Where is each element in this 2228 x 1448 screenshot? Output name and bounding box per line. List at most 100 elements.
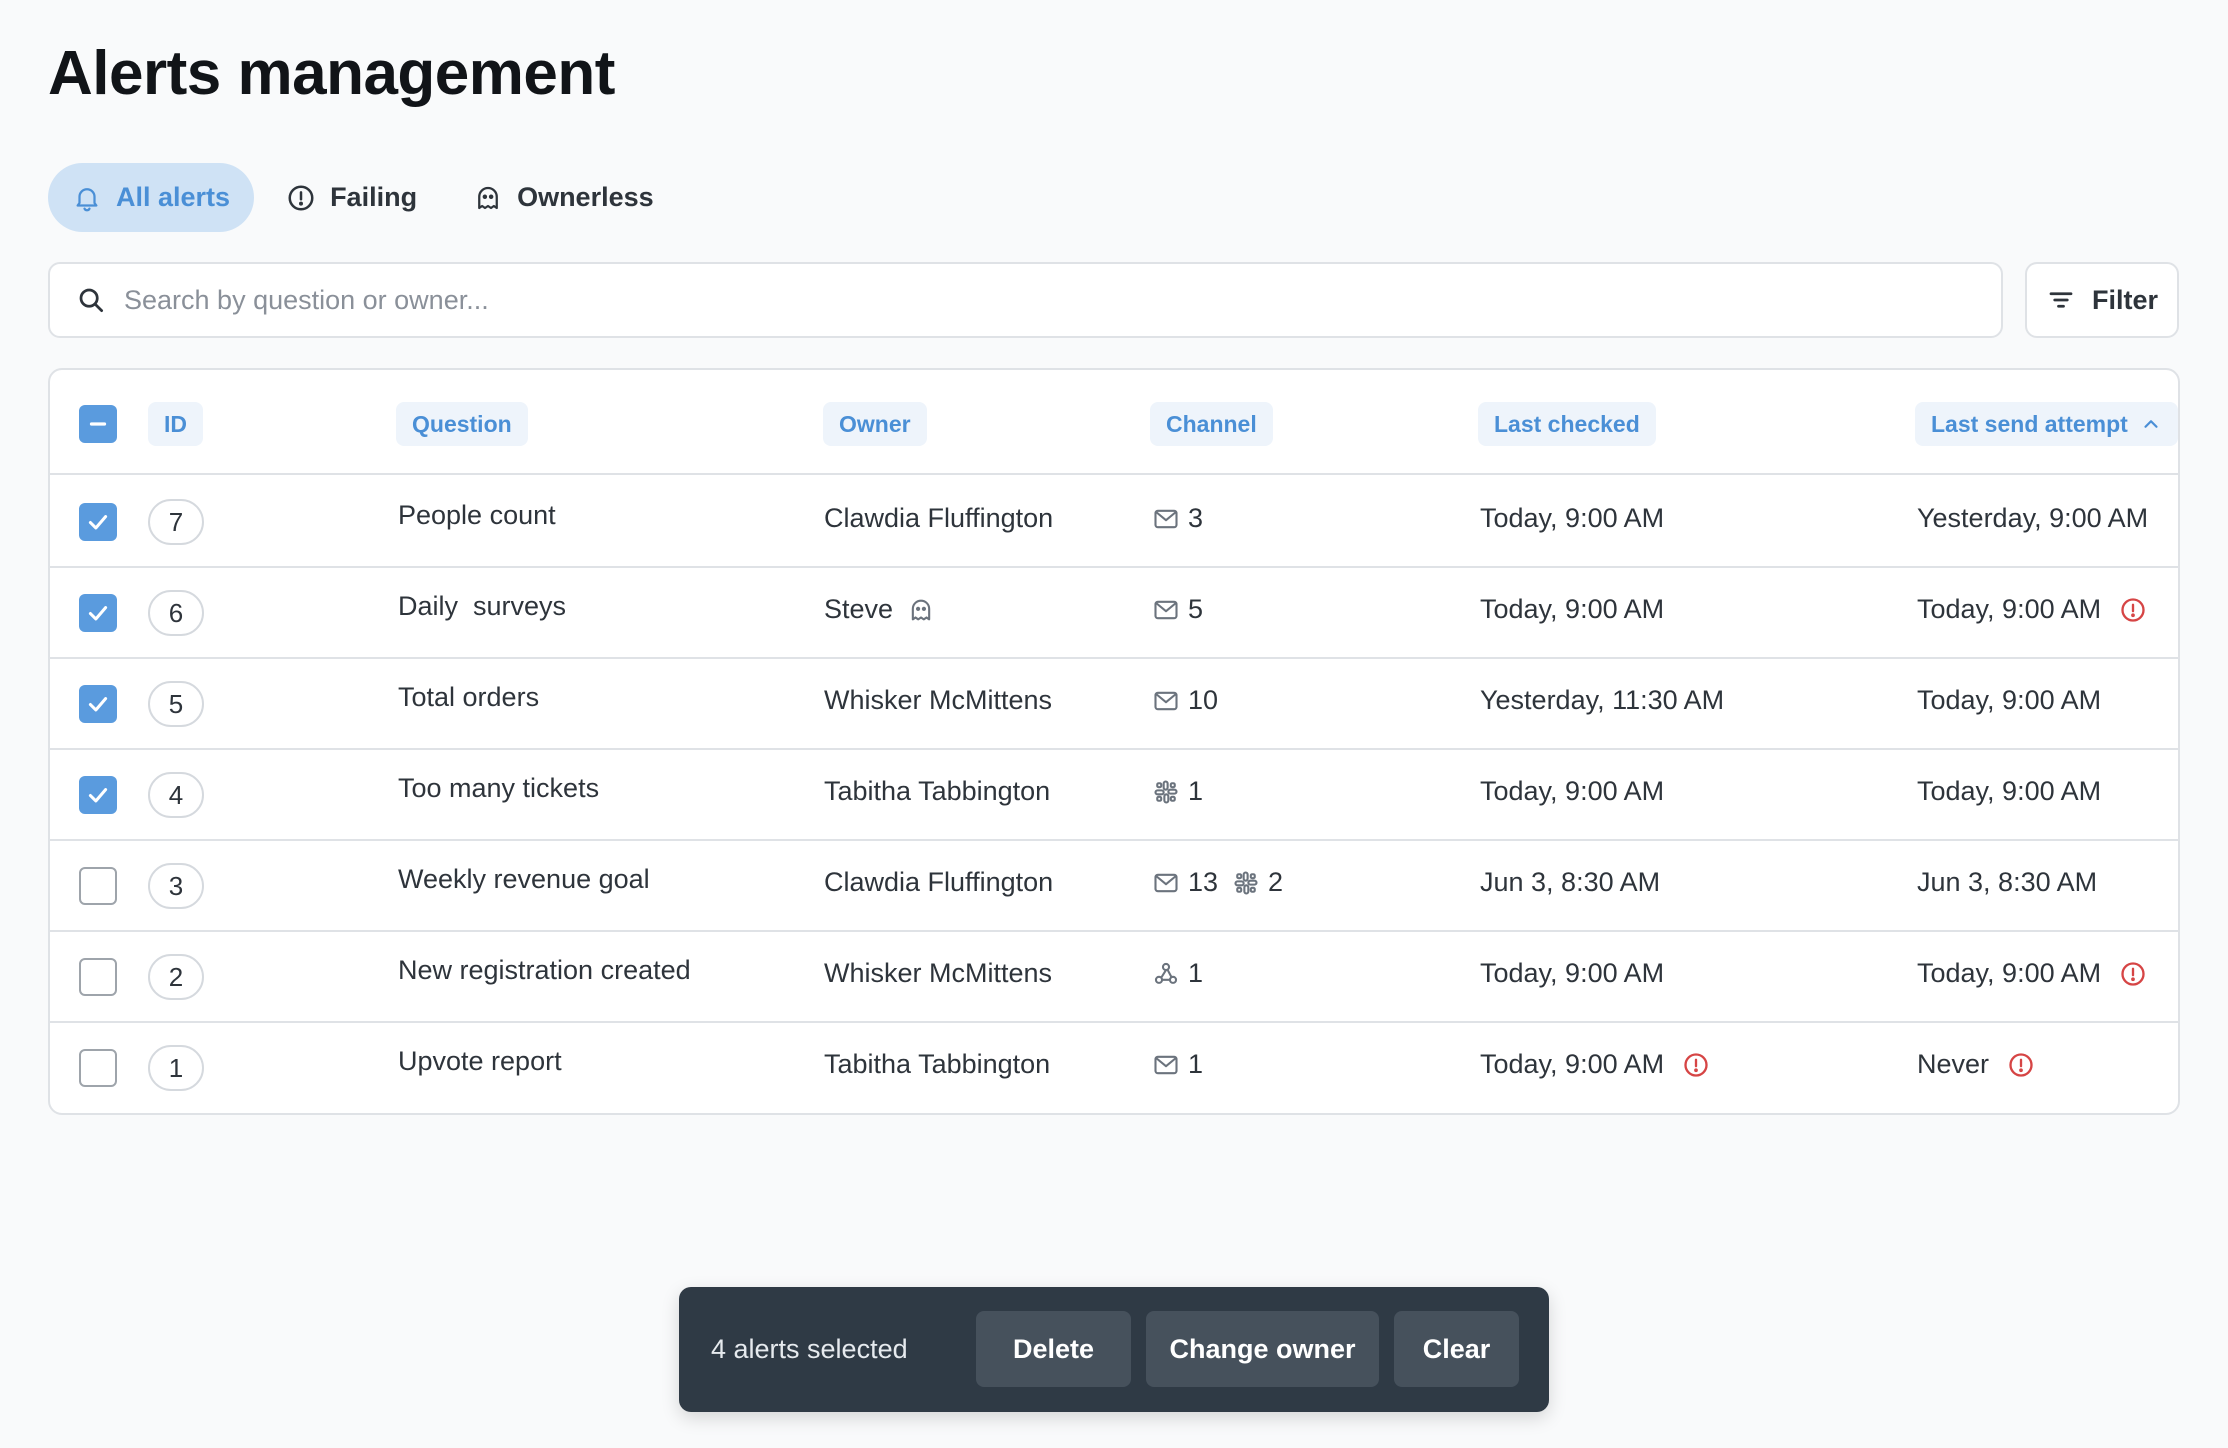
channel-entry: 13: [1152, 867, 1218, 898]
question-link[interactable]: Daily surveys: [398, 591, 566, 622]
channel-count: 3: [1188, 503, 1204, 533]
column-label: Question: [412, 410, 512, 437]
last-checked-cell: Today, 9:00 AM: [1480, 503, 1664, 534]
owner-cell: Clawdia Fluffington: [824, 867, 1053, 898]
last-checked-cell: Today, 9:00 AM: [1480, 776, 1664, 807]
column-header-question[interactable]: Question: [396, 402, 528, 446]
change-owner-button[interactable]: Change owner: [1146, 1311, 1379, 1387]
alerts-table: ID Question Owner Channel Last checked L…: [48, 368, 2180, 1115]
question-link[interactable]: New registration created: [398, 955, 691, 986]
row-checkbox[interactable]: [79, 594, 117, 632]
search-icon: [79, 288, 103, 312]
search-input[interactable]: [124, 284, 1924, 316]
warning-icon: [2009, 1052, 2033, 1077]
id-badge: 1: [148, 1045, 204, 1091]
filter-icon: [2049, 292, 2073, 308]
channel-cell: 1: [1152, 1049, 1217, 1080]
selection-count: 4 alerts selected: [711, 1334, 908, 1364]
owner-name: Steve: [824, 594, 894, 624]
ghost-icon: [478, 186, 498, 209]
row-checkbox[interactable]: [79, 503, 117, 541]
channel-entry: 3: [1152, 503, 1203, 534]
channel-cell: 3: [1152, 503, 1217, 534]
channel-count: 13: [1188, 867, 1219, 897]
column-header-owner[interactable]: Owner: [823, 402, 927, 446]
channel-cell: 1: [1152, 776, 1217, 807]
column-label: ID: [164, 410, 187, 437]
table-row[interactable]: 2 New registration created Whisker McMitte…: [50, 932, 2178, 1023]
question-link[interactable]: Total orders: [398, 682, 539, 713]
id-badge: 5: [148, 681, 204, 727]
last-checked-value: Today, 9:00 AM: [1480, 1049, 1665, 1079]
id-badge: 4: [148, 772, 204, 818]
row-checkbox[interactable]: [79, 867, 117, 905]
tab-failing[interactable]: Failing: [262, 163, 441, 232]
select-all-checkbox[interactable]: [79, 405, 117, 443]
last-send-value: Today, 9:00 AM: [1917, 776, 2102, 806]
last-send-value: Today, 9:00 AM: [1917, 685, 2102, 715]
ghost-icon: [911, 599, 931, 620]
column-label: Last checked: [1494, 410, 1640, 437]
tab-label: Ownerless: [517, 182, 654, 212]
last-send-attempt-cell: Today, 9:00 AM: [1917, 958, 2147, 989]
last-checked-cell: Jun 3, 8:30 AM: [1480, 867, 1660, 898]
last-send-attempt-cell: Yesterday, 9:00 AM: [1917, 503, 2148, 534]
row-checkbox[interactable]: [79, 1049, 117, 1087]
checkmark-icon: [88, 606, 108, 621]
row-checkbox[interactable]: [79, 776, 117, 814]
id-badge: 7: [148, 499, 204, 545]
last-checked-value: Today, 9:00 AM: [1480, 594, 1665, 624]
channel-entry: 1: [1152, 958, 1203, 989]
last-checked-cell: Today, 9:00 AM: [1480, 1049, 1710, 1080]
tab-ownerless[interactable]: Ownerless: [449, 163, 678, 232]
filter-button[interactable]: Filter: [2025, 262, 2179, 338]
last-checked-value: Yesterday, 11:30 AM: [1480, 685, 1725, 715]
tab-all-alerts[interactable]: All alerts: [48, 163, 255, 232]
table-row[interactable]: 5 Total orders Whisker McMittens 10 Yesterda…: [50, 659, 2178, 750]
row-checkbox[interactable]: [79, 685, 117, 723]
sort-ascending-icon: [2144, 420, 2158, 428]
channel-count: 1: [1188, 958, 1204, 988]
alert-tabs: All alerts Failing Ownerless: [48, 163, 686, 232]
last-send-value: Today, 9:00 AM: [1917, 958, 2102, 988]
webhook-icon: [1154, 962, 1178, 984]
channel-cell: 5: [1152, 594, 1217, 625]
channel-entry: 10: [1152, 685, 1218, 716]
warning-icon: [2121, 961, 2145, 986]
table-row[interactable]: 6 Daily surveys Steve 5 Today, 9:00 AM Today,…: [50, 568, 2178, 659]
column-label: Owner: [839, 410, 911, 437]
question-link[interactable]: Too many tickets: [398, 773, 599, 804]
last-send-value: Today, 9:00 AM: [1917, 594, 2102, 624]
table-row[interactable]: 3 Weekly revenue goal Clawdia Fluffington 1…: [50, 841, 2178, 932]
column-label: Channel: [1166, 410, 1257, 437]
clear-selection-button[interactable]: Clear: [1394, 1311, 1519, 1387]
column-header-last-send-attempt[interactable]: Last send attempt: [1915, 402, 2178, 446]
owner-name: Tabitha Tabbington: [824, 776, 1051, 806]
table-row[interactable]: 7 People count Clawdia Fluffington 3 Today, …: [50, 477, 2178, 568]
owner-name: Tabitha Tabbington: [824, 1049, 1051, 1079]
question-link[interactable]: Upvote report: [398, 1046, 562, 1077]
column-header-id[interactable]: ID: [148, 402, 203, 446]
column-header-last-checked[interactable]: Last checked: [1478, 402, 1656, 446]
row-checkbox[interactable]: [79, 958, 117, 996]
tab-label: Failing: [330, 182, 418, 212]
search-box: [48, 262, 2003, 338]
checkmark-icon: [88, 697, 108, 712]
column-label: Last send attempt: [1931, 410, 2128, 437]
mail-icon: [1154, 873, 1178, 892]
table-row[interactable]: 1 Upvote report Tabitha Tabbington 1 Today, …: [50, 1023, 2178, 1113]
owner-cell: Clawdia Fluffington: [824, 503, 1053, 534]
channel-entry: 2: [1232, 867, 1283, 898]
table-row[interactable]: 4 Too many tickets Tabitha Tabbington 1 Toda…: [50, 750, 2178, 841]
channel-count: 1: [1188, 1049, 1204, 1079]
owner-name: Whisker McMittens: [824, 958, 1053, 988]
channel-count: 2: [1268, 867, 1284, 897]
last-checked-cell: Yesterday, 11:30 AM: [1480, 685, 1724, 716]
checkmark-icon: [88, 515, 108, 530]
column-header-channel[interactable]: Channel: [1150, 402, 1273, 446]
delete-button[interactable]: Delete: [976, 1311, 1131, 1387]
checkmark-icon: [88, 788, 108, 803]
question-link[interactable]: Weekly revenue goal: [398, 864, 650, 895]
question-link[interactable]: People count: [398, 500, 556, 531]
id-badge: 2: [148, 954, 204, 1000]
